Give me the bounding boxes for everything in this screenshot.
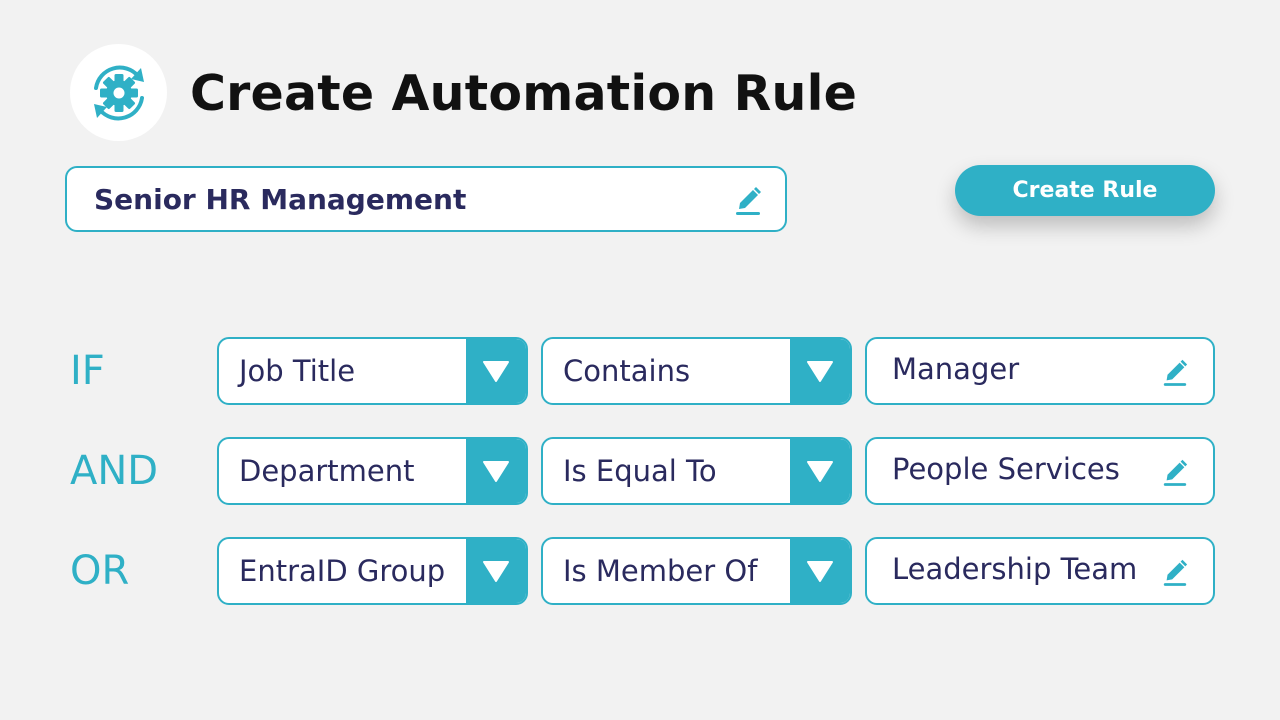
condition-select-value: Is Member Of [563,554,758,588]
field-select-value: Department [239,454,415,488]
condition-select-value: Contains [563,354,691,388]
condition-row-and: AND Department Is Equal To People Servic… [0,437,1280,505]
create-rule-button[interactable]: Create Rule [955,165,1215,216]
page-title: Create Automation Rule [190,65,858,122]
value-input[interactable]: Manager [865,337,1215,405]
condition-operator: IF [70,348,105,394]
pencil-icon[interactable] [1161,455,1189,487]
field-select[interactable]: EntraID Group [217,537,528,605]
gear-sync-icon [93,65,144,120]
rule-name-field[interactable]: Senior HR Management [65,166,787,232]
condition-select[interactable]: Is Member Of [541,537,852,605]
value-input-text: Manager [892,352,1020,386]
pencil-icon[interactable] [733,182,763,216]
condition-row-or: OR EntraID Group Is Member Of Leadership… [0,537,1280,605]
dropdown-arrow-icon[interactable] [790,539,850,603]
dropdown-arrow-icon[interactable] [790,339,850,403]
dropdown-arrow-icon[interactable] [466,339,526,403]
field-select[interactable]: Job Title [217,337,528,405]
condition-operator: AND [70,448,159,494]
value-input[interactable]: People Services [865,437,1215,505]
field-select-value: EntraID Group [239,554,446,588]
dropdown-arrow-icon[interactable] [466,439,526,503]
value-input-text: Leadership Team [892,552,1138,586]
rule-name-value: Senior HR Management [94,182,467,216]
logo [70,44,167,141]
condition-select[interactable]: Is Equal To [541,437,852,505]
dropdown-arrow-icon[interactable] [466,539,526,603]
field-select[interactable]: Department [217,437,528,505]
value-input[interactable]: Leadership Team [865,537,1215,605]
pencil-icon[interactable] [1161,555,1189,587]
condition-select-value: Is Equal To [563,454,717,488]
condition-select[interactable]: Contains [541,337,852,405]
pencil-icon[interactable] [1161,355,1189,387]
value-input-text: People Services [892,452,1120,486]
field-select-value: Job Title [239,354,356,388]
dropdown-arrow-icon[interactable] [790,439,850,503]
condition-operator: OR [70,548,130,594]
condition-row-if: IF Job Title Contains Manager [0,337,1280,405]
